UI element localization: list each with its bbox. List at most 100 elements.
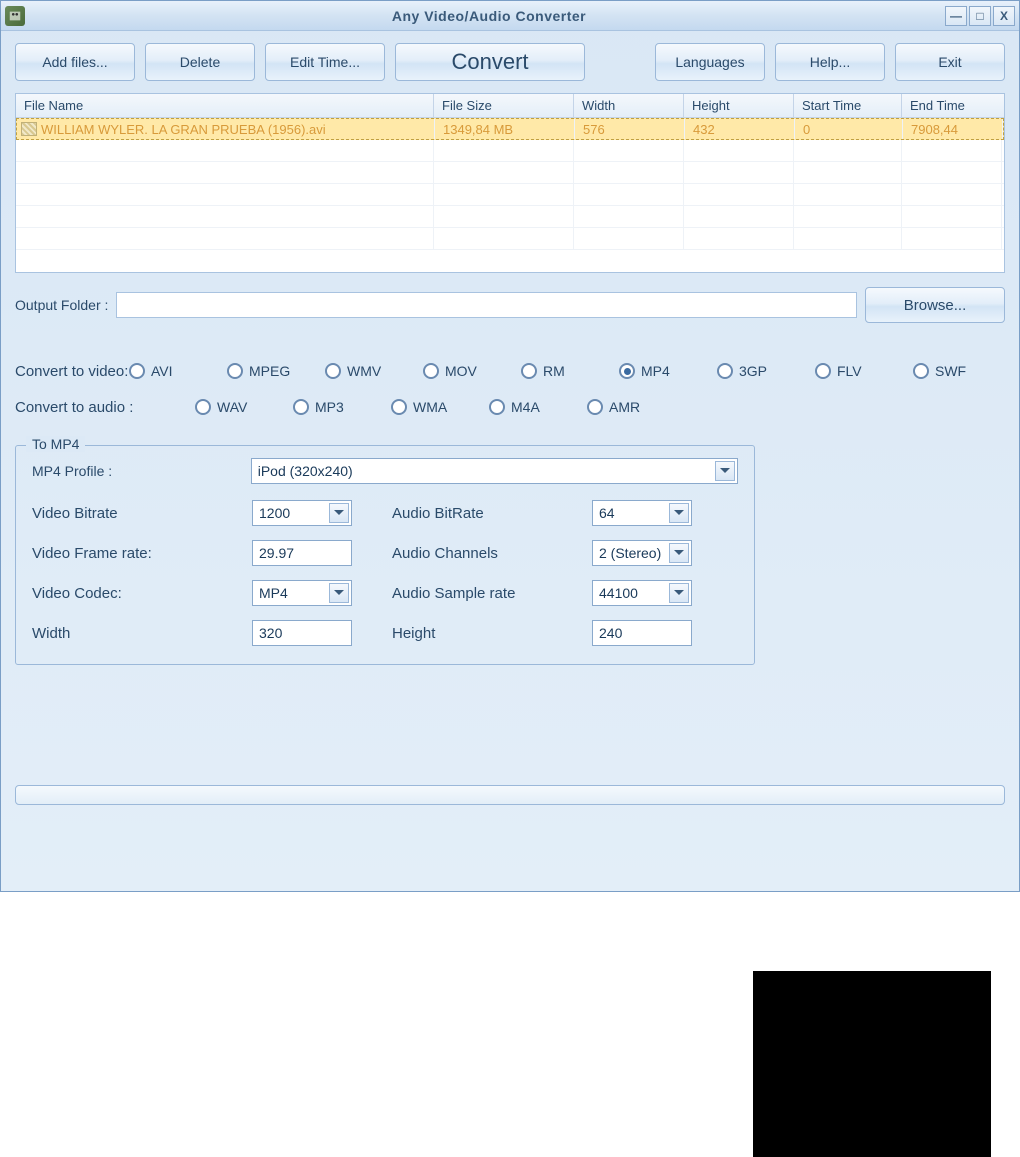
channels-combo[interactable]: 2 (Stereo) (592, 540, 692, 566)
table-row[interactable]: WILLIAM WYLER. LA GRAN PRUEBA (1956).avi… (16, 118, 1004, 140)
titlebar: Any Video/Audio Converter — □ X (1, 1, 1019, 31)
codec-combo[interactable]: MP4 (252, 580, 352, 606)
radio-video-mov[interactable]: MOV (423, 363, 515, 379)
radio-label: AMR (609, 399, 640, 415)
dropdown-arrow-icon (329, 583, 349, 603)
height-input[interactable]: 240 (592, 620, 692, 646)
col-header-height[interactable]: Height (684, 94, 794, 117)
radio-video-mpeg[interactable]: MPEG (227, 363, 319, 379)
col-header-start[interactable]: Start Time (794, 94, 902, 117)
cell-filename: WILLIAM WYLER. LA GRAN PRUEBA (1956).avi (41, 122, 326, 137)
dropdown-arrow-icon (669, 543, 689, 563)
profile-combo[interactable]: iPod (320x240) (251, 458, 738, 484)
dropdown-arrow-icon (329, 503, 349, 523)
radio-video-rm[interactable]: RM (521, 363, 613, 379)
radio-icon (815, 363, 831, 379)
dropdown-arrow-icon (669, 583, 689, 603)
radio-icon (489, 399, 505, 415)
radio-icon (227, 363, 243, 379)
cell-width: 576 (575, 119, 685, 139)
sample-rate-combo[interactable]: 44100 (592, 580, 692, 606)
exit-button[interactable]: Exit (895, 43, 1005, 81)
radio-audio-amr[interactable]: AMR (587, 399, 679, 415)
radio-video-swf[interactable]: SWF (913, 363, 1005, 379)
languages-button[interactable]: Languages (655, 43, 765, 81)
cell-height: 432 (685, 119, 795, 139)
radio-label: MP3 (315, 399, 344, 415)
radio-video-avi[interactable]: AVI (129, 363, 221, 379)
radio-label: RM (543, 363, 565, 379)
cell-start: 0 (795, 119, 903, 139)
frame-rate-input[interactable]: 29.97 (252, 540, 352, 566)
radio-icon (521, 363, 537, 379)
video-file-icon (21, 122, 37, 136)
file-table: File Name File Size Width Height Start T… (15, 93, 1005, 273)
codec-label: Video Codec: (32, 585, 252, 602)
radio-label: 3GP (739, 363, 767, 379)
radio-video-flv[interactable]: FLV (815, 363, 907, 379)
help-button[interactable]: Help... (775, 43, 885, 81)
col-header-width[interactable]: Width (574, 94, 684, 117)
audio-bitrate-combo[interactable]: 64 (592, 500, 692, 526)
width-input[interactable]: 320 (252, 620, 352, 646)
radio-icon (325, 363, 341, 379)
dropdown-arrow-icon (669, 503, 689, 523)
audio-bitrate-label: Audio BitRate (392, 505, 592, 522)
radio-audio-mp3[interactable]: MP3 (293, 399, 385, 415)
browse-button[interactable]: Browse... (865, 287, 1005, 323)
radio-audio-wma[interactable]: WMA (391, 399, 483, 415)
edit-time-button[interactable]: Edit Time... (265, 43, 385, 81)
radio-video-3gp[interactable]: 3GP (717, 363, 809, 379)
output-folder-input[interactable] (116, 292, 857, 318)
convert-video-label: Convert to video: (15, 363, 129, 380)
col-header-end[interactable]: End Time (902, 94, 1002, 117)
col-header-filesize[interactable]: File Size (434, 94, 574, 117)
radio-label: WAV (217, 399, 247, 415)
cell-end: 7908,44 (903, 119, 1003, 139)
dropdown-arrow-icon (715, 461, 735, 481)
progress-bar (15, 785, 1005, 805)
radio-label: M4A (511, 399, 540, 415)
profile-label: MP4 Profile : (32, 463, 251, 479)
video-bitrate-combo[interactable]: 1200 (252, 500, 352, 526)
video-bitrate-label: Video Bitrate (32, 505, 252, 522)
output-folder-label: Output Folder : (15, 297, 108, 313)
minimize-button[interactable]: — (945, 6, 967, 26)
add-files-button[interactable]: Add files... (15, 43, 135, 81)
col-header-filename[interactable]: File Name (16, 94, 434, 117)
radio-video-wmv[interactable]: WMV (325, 363, 417, 379)
radio-icon (293, 399, 309, 415)
radio-label: FLV (837, 363, 862, 379)
radio-icon (391, 399, 407, 415)
maximize-button[interactable]: □ (969, 6, 991, 26)
delete-button[interactable]: Delete (145, 43, 255, 81)
height-label: Height (392, 625, 592, 642)
cell-filesize: 1349,84 MB (435, 119, 575, 139)
close-button[interactable]: X (993, 6, 1015, 26)
radio-icon (195, 399, 211, 415)
radio-icon (717, 363, 733, 379)
radio-audio-wav[interactable]: WAV (195, 399, 287, 415)
radio-icon (587, 399, 603, 415)
convert-button[interactable]: Convert (395, 43, 585, 81)
radio-label: MP4 (641, 363, 670, 379)
app-window: Any Video/Audio Converter — □ X Add file… (0, 0, 1020, 892)
radio-audio-m4a[interactable]: M4A (489, 399, 581, 415)
radio-icon (619, 363, 635, 379)
radio-label: SWF (935, 363, 966, 379)
radio-icon (913, 363, 929, 379)
channels-label: Audio Channels (392, 545, 592, 562)
format-settings-group: To MP4 MP4 Profile : iPod (320x240) Vide… (15, 445, 755, 665)
frame-rate-label: Video Frame rate: (32, 545, 252, 562)
radio-label: MOV (445, 363, 477, 379)
width-label: Width (32, 625, 252, 642)
radio-label: WMV (347, 363, 381, 379)
convert-audio-label: Convert to audio : (15, 399, 195, 416)
radio-video-mp4[interactable]: MP4 (619, 363, 711, 379)
toolbar: Add files... Delete Edit Time... Convert… (15, 43, 1005, 81)
radio-icon (129, 363, 145, 379)
fieldset-legend: To MP4 (26, 436, 85, 452)
radio-label: MPEG (249, 363, 290, 379)
profile-value: iPod (320x240) (258, 463, 353, 479)
radio-icon (423, 363, 439, 379)
